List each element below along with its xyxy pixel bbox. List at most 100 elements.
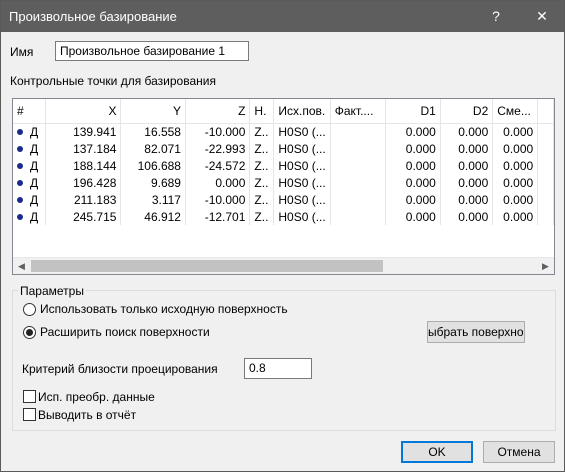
table-cell: H0S0 (...: [273, 191, 331, 208]
table-cell: 0.000: [440, 208, 494, 225]
parameters-group-label: Параметры: [18, 284, 86, 298]
row-type-label: Д: [30, 209, 39, 224]
table-cell: 0.000: [385, 140, 441, 157]
point-marker-icon: [17, 196, 23, 203]
table-row[interactable]: Д 139.941 16.558 -10.000 Z.. H0S0 (... 0.000 0.…: [13, 123, 554, 140]
table-cell: 188.144: [45, 157, 122, 174]
scroll-thumb[interactable]: [31, 260, 383, 272]
row-type-cell: Д: [13, 191, 47, 208]
projection-criterion-label: Критерий близости проецирования: [22, 362, 218, 376]
column-header[interactable]: D2: [440, 99, 494, 124]
table-cell: 0.000: [440, 157, 494, 174]
table-cell: [330, 123, 387, 140]
title-bar: Произвольное базирование ? ✕: [1, 1, 564, 32]
point-marker-icon: [17, 179, 23, 186]
table-cell: 0.000: [492, 140, 539, 157]
dialog-window: Произвольное базирование ? ✕ Имя Произво…: [0, 0, 565, 472]
row-type-label: Д: [30, 175, 39, 190]
table-row[interactable]: Д 137.184 82.071 -22.993 Z.. H0S0 (... 0.000 0.…: [13, 140, 554, 157]
radio-extend-search[interactable]: [23, 326, 36, 339]
point-marker-icon: [17, 213, 23, 220]
table-cell: 0.000: [385, 157, 441, 174]
table-cell: 82.071: [120, 140, 186, 157]
table-cell: H0S0 (...: [273, 140, 331, 157]
table-cell: 0.000: [440, 123, 494, 140]
column-header[interactable]: Исх.пов.: [273, 99, 331, 124]
column-header[interactable]: X: [45, 99, 122, 124]
point-marker-icon: [17, 128, 23, 135]
column-header[interactable]: Факт....: [330, 99, 387, 124]
table-cell: 9.689: [120, 174, 186, 191]
radio-extend-search-label[interactable]: Расширить поиск поверхности: [40, 325, 210, 339]
table-cell: 16.558: [120, 123, 186, 140]
column-header[interactable]: Н.: [249, 99, 275, 124]
points-section-label: Контрольные точки для базирования: [10, 74, 216, 88]
row-type-label: Д: [30, 141, 39, 156]
table-cell: H0S0 (...: [273, 208, 331, 225]
table-cell: [330, 191, 387, 208]
transformed-data-label[interactable]: Исп. преобр. данные: [38, 390, 155, 404]
radio-source-only[interactable]: [23, 303, 36, 316]
table-cell: 0.000: [492, 174, 539, 191]
table-cell: [330, 140, 387, 157]
table-cell: 0.000: [492, 123, 539, 140]
help-icon[interactable]: ?: [474, 1, 518, 32]
window-title: Произвольное базирование: [9, 9, 177, 24]
report-output-label[interactable]: Выводить в отчёт: [38, 408, 136, 422]
row-filler: [537, 208, 554, 225]
column-header[interactable]: Z: [185, 99, 251, 124]
table-row[interactable]: Д 211.183 3.117 -10.000 Z.. H0S0 (... 0.000 0.0…: [13, 191, 554, 208]
row-type-cell: Д: [13, 140, 47, 157]
row-type-cell: Д: [13, 157, 47, 174]
table-row[interactable]: Д 188.144 106.688 -24.572 Z.. H0S0 (... 0.000 0…: [13, 157, 554, 174]
table-cell: Z..: [249, 123, 275, 140]
table-cell: Z..: [249, 208, 275, 225]
close-icon[interactable]: ✕: [520, 1, 564, 32]
table-cell: 0.000: [385, 174, 441, 191]
table-cell: 46.912: [120, 208, 186, 225]
report-output-checkbox[interactable]: [23, 408, 36, 421]
scroll-right-icon[interactable]: ▶: [537, 258, 554, 274]
table-cell: 0.000: [440, 191, 494, 208]
row-type-label: Д: [30, 124, 39, 139]
select-surface-button[interactable]: ыбрать поверхност: [427, 321, 525, 343]
table-cell: [330, 174, 387, 191]
radio-source-only-label[interactable]: Использовать только исходную поверхность: [40, 302, 288, 316]
column-header[interactable]: Сме...: [492, 99, 539, 124]
ok-button[interactable]: OK: [401, 441, 473, 463]
table-cell: -10.000: [185, 191, 251, 208]
table-cell: 106.688: [120, 157, 186, 174]
row-type-label: Д: [30, 192, 39, 207]
table-row[interactable]: Д 196.428 9.689 0.000 Z.. H0S0 (... 0.000 0.000…: [13, 174, 554, 191]
column-header[interactable]: #: [13, 99, 47, 124]
table-cell: 0.000: [440, 140, 494, 157]
control-points-table[interactable]: # X Y Z Н. Исх.пов. Факт.... D1 D2 Сме..…: [12, 98, 555, 275]
row-filler: [537, 174, 554, 191]
table-cell: 245.715: [45, 208, 122, 225]
row-filler: [537, 191, 554, 208]
table-row[interactable]: Д 245.715 46.912 -12.701 Z.. H0S0 (... 0.000 0.…: [13, 208, 554, 225]
horizontal-scrollbar[interactable]: ◀ ▶: [13, 257, 554, 274]
transformed-data-checkbox[interactable]: [23, 390, 36, 403]
table-cell: H0S0 (...: [273, 123, 331, 140]
cancel-button[interactable]: Отмена: [483, 441, 555, 463]
table-cell: Z..: [249, 157, 275, 174]
table-cell: 211.183: [45, 191, 122, 208]
table-cell: -10.000: [185, 123, 251, 140]
table-cell: 0.000: [492, 208, 539, 225]
name-input[interactable]: Произвольное базирование 1: [55, 41, 249, 61]
table-cell: 0.000: [385, 191, 441, 208]
projection-criterion-input[interactable]: 0.8: [244, 358, 312, 379]
table-cell: -24.572: [185, 157, 251, 174]
table-cell: 0.000: [440, 174, 494, 191]
table-cell: 3.117: [120, 191, 186, 208]
row-type-cell: Д: [13, 123, 47, 140]
table-cell: H0S0 (...: [273, 157, 331, 174]
column-header[interactable]: D1: [385, 99, 441, 124]
table-cell: 139.941: [45, 123, 122, 140]
row-filler: [537, 140, 554, 157]
name-label: Имя: [10, 45, 34, 59]
column-header[interactable]: Y: [120, 99, 186, 124]
table-cell: -12.701: [185, 208, 251, 225]
scroll-left-icon[interactable]: ◀: [13, 258, 30, 274]
